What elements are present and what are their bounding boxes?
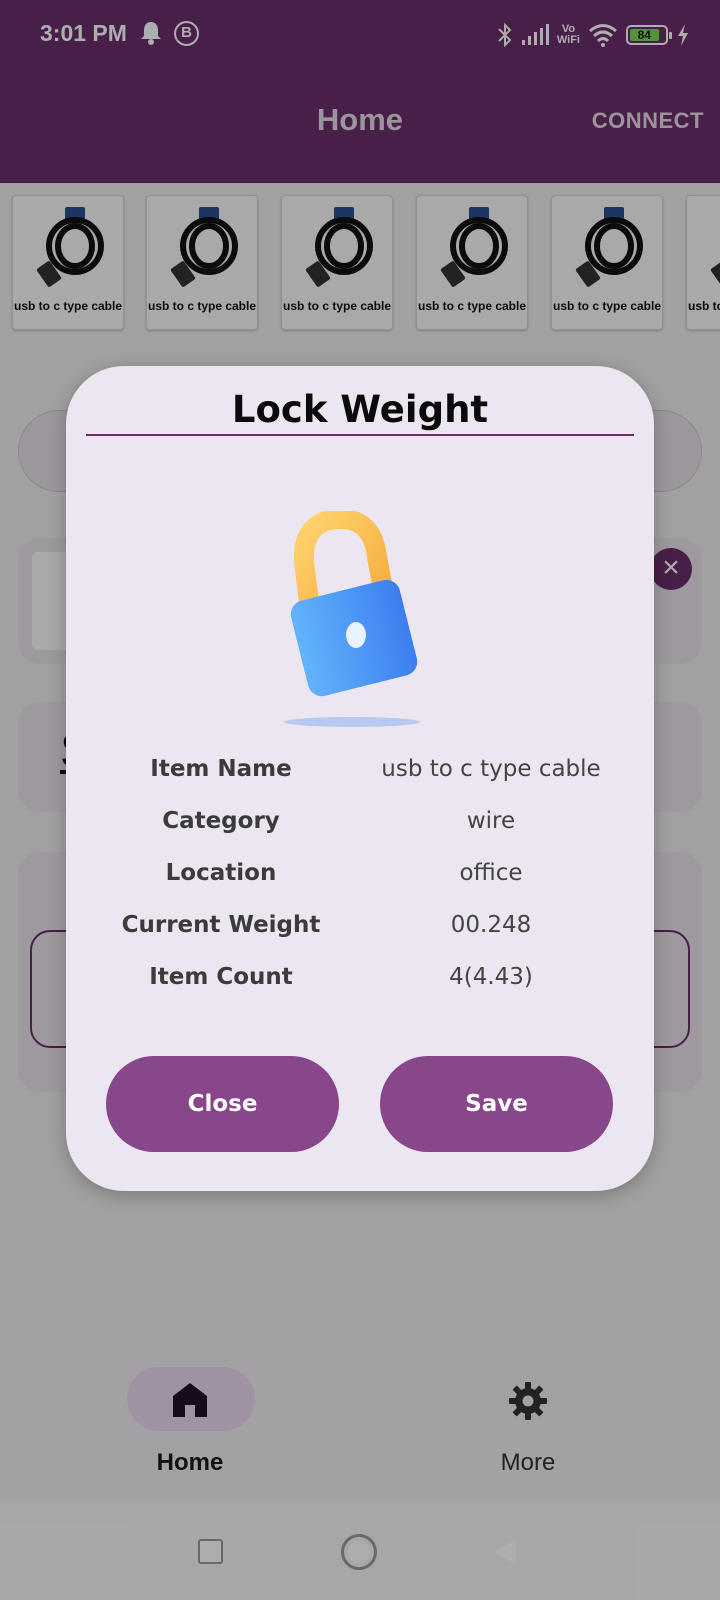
item-details: Item Name usb to c type cable Category w… <box>66 746 654 1006</box>
detail-row-location: Location office <box>66 850 654 902</box>
lock-weight-dialog: Lock Weight Item Name usb to c type cabl… <box>66 366 654 1191</box>
detail-value: 4(4.43) <box>449 964 533 990</box>
detail-row-current-weight: Current Weight 00.248 <box>66 902 654 954</box>
dialog-title: Lock Weight <box>231 388 489 431</box>
detail-value: usb to c type cable <box>381 756 601 782</box>
detail-label: Location <box>165 860 277 886</box>
detail-value: 00.248 <box>450 912 532 938</box>
detail-label: Item Count <box>149 964 293 990</box>
detail-label: Current Weight <box>121 912 321 938</box>
detail-label: Category <box>162 808 280 834</box>
detail-row-item-name: Item Name usb to c type cable <box>66 746 654 798</box>
detail-row-item-count: Item Count 4(4.43) <box>66 954 654 1006</box>
close-button[interactable]: Close <box>106 1056 339 1152</box>
detail-label: Item Name <box>150 756 292 782</box>
detail-value: wire <box>466 808 516 834</box>
detail-row-category: Category wire <box>66 798 654 850</box>
detail-value: office <box>459 860 523 886</box>
lock-icon <box>284 511 420 727</box>
save-button[interactable]: Save <box>380 1056 613 1152</box>
dialog-divider <box>86 434 634 436</box>
